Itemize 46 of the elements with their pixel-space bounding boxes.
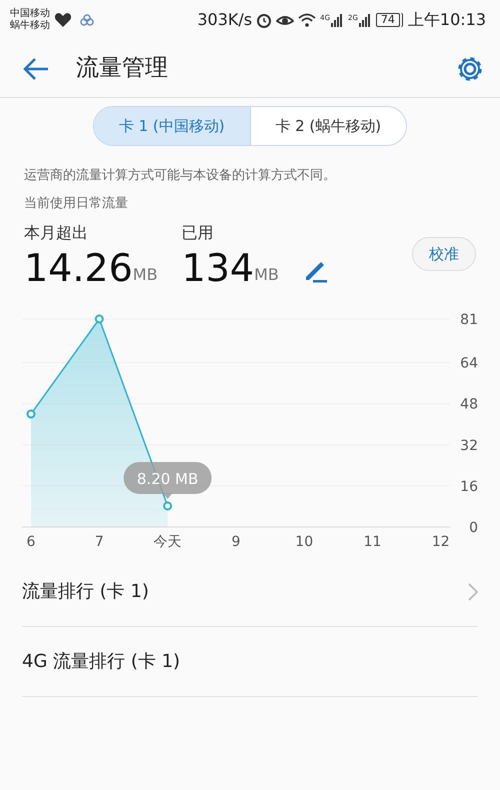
- y-tick-label: 16: [460, 478, 478, 495]
- carrier-name: 蜗牛移动: [10, 20, 50, 32]
- x-tick-label: 11: [364, 534, 382, 550]
- x-tick-label: 6: [26, 534, 36, 550]
- network-speed: 303K/s: [197, 9, 252, 31]
- data-point: [163, 501, 172, 510]
- sim-tab[interactable]: 卡 1 (中国移动): [94, 107, 250, 145]
- y-tick-label: 0: [469, 520, 478, 536]
- signal-icon: [330, 13, 344, 27]
- sim-tab[interactable]: 卡 2 (蜗牛移动): [250, 107, 406, 145]
- stat-value: 14.26: [24, 249, 133, 287]
- stat-label: 本月超出: [24, 222, 89, 244]
- signal-icon: [358, 13, 372, 27]
- stat-unit: MB: [254, 264, 279, 286]
- menu-item[interactable]: 流量排行 (卡 1): [22, 557, 478, 627]
- settings-icon: [456, 54, 484, 82]
- x-tick-label: 7: [94, 534, 104, 550]
- annotation: 8.20 MB: [136, 470, 198, 488]
- x-tick-label: 今天: [154, 534, 182, 550]
- eye-icon: [276, 13, 294, 27]
- data-point: [26, 410, 36, 418]
- y-tick-label: 64: [460, 356, 478, 372]
- rings-icon: [80, 14, 94, 26]
- value-tooltip: 8.20 MB: [124, 462, 212, 499]
- x-tick-label: 12: [432, 534, 450, 550]
- y-tick-label: 81: [460, 312, 478, 328]
- x-tick-label: 10: [295, 534, 314, 550]
- page-title: 流量管理: [76, 54, 169, 84]
- clock-time: 上午10:13: [408, 9, 486, 31]
- battery-icon: 74: [376, 13, 400, 27]
- calibrate-button[interactable]: 校准: [412, 236, 476, 271]
- subtitle-text: 当前使用日常流量: [24, 194, 129, 212]
- carrier-name: 中国移动: [10, 8, 50, 20]
- stat-unit: MB: [132, 264, 158, 286]
- y-tick-label: 32: [460, 438, 478, 454]
- wifi-icon: [298, 13, 316, 27]
- stat-label: 已用: [182, 222, 215, 244]
- menu-item[interactable]: 4G 流量排行 (卡 1): [22, 627, 478, 697]
- x-tick-label: 9: [231, 534, 240, 550]
- stat-value: 134: [182, 249, 254, 287]
- heart-icon: [54, 12, 72, 28]
- back-arrow-icon: [22, 56, 50, 80]
- alarm-icon: [256, 12, 272, 28]
- data-point: [94, 314, 104, 324]
- y-tick-label: 48: [460, 396, 478, 413]
- notice-text: 运营商的流量计算方式可能与本设备的计算方式不同。: [24, 167, 337, 185]
